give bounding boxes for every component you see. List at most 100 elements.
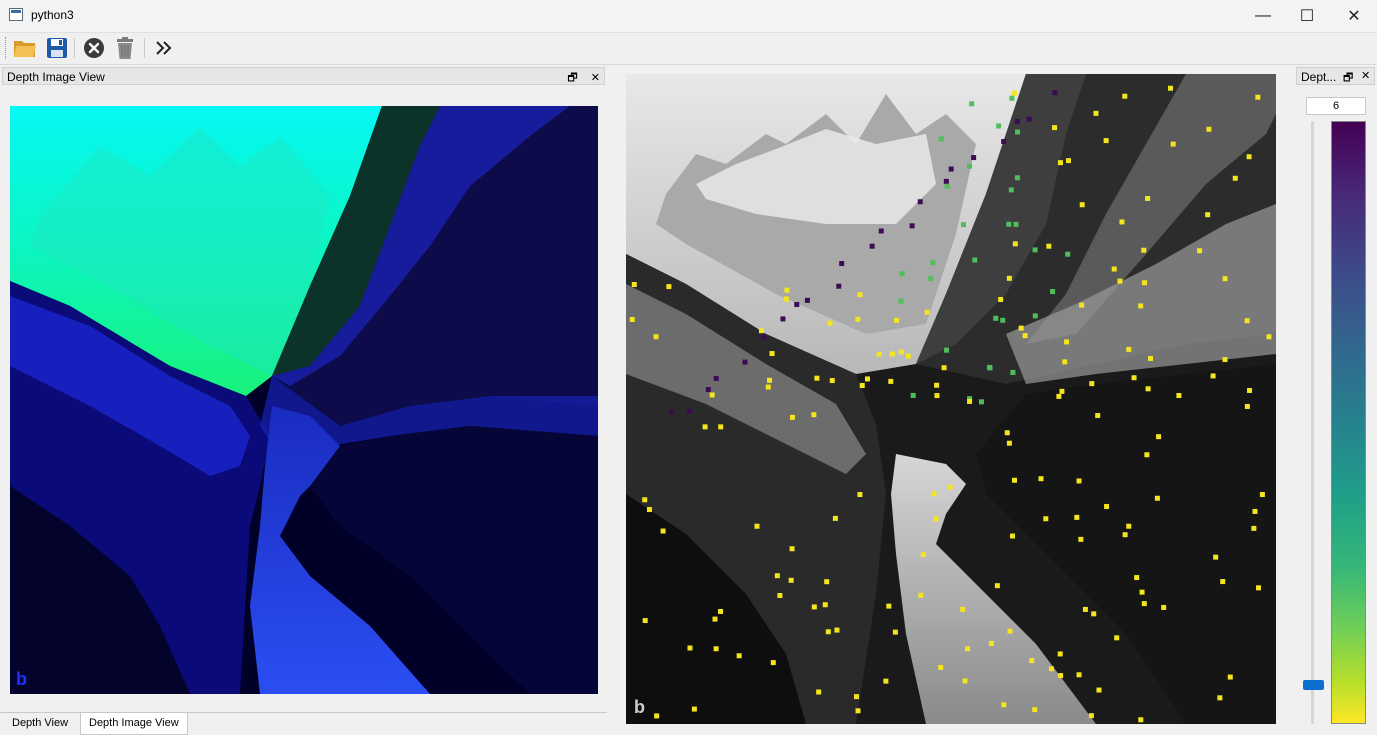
depth-point (910, 392, 916, 398)
depth-point (947, 484, 953, 490)
depth-point (1093, 110, 1099, 116)
close-depth-dock-button[interactable]: ✕ (1361, 69, 1370, 82)
depth-point (972, 257, 978, 263)
depth-point (917, 199, 923, 205)
depth-point (1043, 516, 1049, 522)
depth-point (713, 375, 719, 381)
depth-point (804, 297, 810, 303)
depth-point (1095, 413, 1101, 419)
depth-point (629, 316, 635, 322)
delete-button[interactable] (112, 35, 138, 61)
depth-point (1103, 138, 1109, 144)
depth-point (1013, 221, 1019, 227)
depth-point (1145, 386, 1151, 392)
save-button[interactable] (44, 35, 70, 61)
depth-point (1145, 195, 1151, 201)
depth-colorbar (1331, 121, 1366, 724)
depth-value-input[interactable]: 6 (1306, 97, 1366, 115)
toolbar-grip[interactable] (5, 37, 8, 59)
depth-point (1001, 139, 1007, 145)
float-dock-button[interactable]: 🗗 (567, 72, 577, 84)
depth-point (1122, 532, 1128, 538)
depth-point (836, 283, 842, 289)
dock-title-bar[interactable]: Depth Image View 🗗 ✕ (2, 67, 605, 85)
depth-point (642, 497, 648, 503)
left-dock-tabs: Depth View Depth Image View (0, 712, 607, 735)
grayscale-image-view[interactable]: b (626, 74, 1276, 724)
depth-point (1065, 251, 1071, 257)
depth-point (1156, 434, 1162, 440)
depth-point (825, 629, 831, 635)
depth-point (924, 309, 930, 315)
depth-point (1032, 247, 1038, 253)
depth-point (931, 491, 937, 497)
depth-point (1010, 369, 1016, 375)
depth-point (777, 593, 783, 599)
depth-point (832, 515, 838, 521)
depth-point (971, 155, 977, 161)
tab-depth-view[interactable]: Depth View (4, 713, 76, 734)
depth-point (1089, 381, 1095, 387)
depth-point (1168, 85, 1174, 91)
depth-point (1011, 90, 1017, 96)
maximize-button[interactable]: ☐ (1284, 0, 1330, 32)
depth-slider-track[interactable] (1311, 121, 1314, 724)
depth-point (1088, 713, 1094, 719)
depth-colored-image[interactable]: b (10, 106, 598, 694)
depth-point (962, 678, 968, 684)
depth-point (855, 708, 861, 714)
depth-point (1000, 317, 1006, 323)
depth-point (1057, 651, 1063, 657)
tab-depth-image-view[interactable]: Depth Image View (80, 713, 188, 735)
depth-point (969, 101, 975, 107)
depth-point (938, 664, 944, 670)
depth-slider-handle[interactable] (1303, 680, 1324, 691)
depth-point (712, 616, 718, 622)
depth-point (718, 608, 724, 614)
depth-point (1222, 357, 1228, 363)
open-button[interactable] (12, 35, 38, 61)
depth-point (1029, 658, 1035, 664)
depth-point (1064, 339, 1070, 345)
depth-point (742, 359, 748, 365)
depth-point (687, 645, 693, 651)
depth-point (1096, 687, 1102, 693)
depth-point (943, 178, 949, 184)
depth-point (754, 523, 760, 529)
depth-point (1079, 302, 1085, 308)
depth-point (769, 351, 775, 357)
float-depth-dock-button[interactable]: 🗗 (1343, 69, 1353, 88)
depth-point (960, 222, 966, 228)
minimize-button[interactable]: — (1240, 0, 1286, 32)
depth-dock-title-bar[interactable]: Dept... 🗗 ✕ (1296, 67, 1375, 85)
depth-point (1014, 175, 1020, 181)
app-icon (9, 8, 23, 21)
depth-point (1004, 430, 1010, 436)
depth-point (883, 678, 889, 684)
depth-point (857, 492, 863, 498)
depth-point (660, 528, 666, 534)
depth-point (996, 123, 1002, 129)
depth-point (1247, 387, 1253, 393)
depth-point (1210, 373, 1216, 379)
depth-point (1244, 318, 1250, 324)
toolbar (0, 33, 1377, 65)
clear-button[interactable] (81, 35, 107, 61)
depth-point (713, 646, 719, 652)
depth-point (944, 347, 950, 353)
depth-point (898, 298, 904, 304)
depth-point (827, 320, 833, 326)
depth-point (765, 384, 771, 390)
depth-point (1006, 275, 1012, 281)
depth-point (1058, 673, 1064, 679)
depth-point (1001, 702, 1007, 708)
depth-point (853, 694, 859, 700)
more-button[interactable] (151, 35, 177, 61)
depth-point (736, 653, 742, 659)
depth-point (829, 378, 835, 384)
close-dock-button[interactable]: ✕ (591, 72, 600, 84)
depth-point (669, 410, 675, 416)
close-window-button[interactable]: ✕ (1331, 0, 1377, 32)
depth-point (1144, 452, 1150, 458)
depth-point (1009, 95, 1015, 101)
